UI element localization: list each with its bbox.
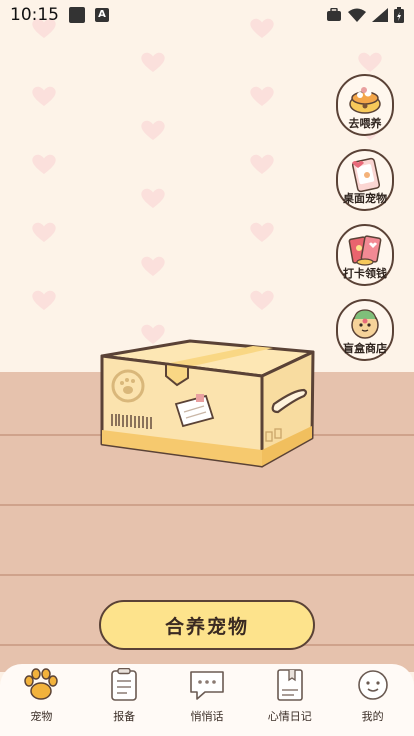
- wall-heart: [141, 256, 165, 276]
- adopt-pet-label: 合养宠物: [164, 615, 249, 638]
- red-envelope-icon: [348, 235, 382, 266]
- diary-icon: [276, 669, 303, 701]
- app-notification-icon: [69, 7, 85, 23]
- wall-heart: [250, 86, 274, 106]
- wall-heart: [32, 154, 56, 174]
- feed-button[interactable]: 去喂养: [336, 74, 394, 136]
- wall-heart: [141, 120, 165, 140]
- wall-heart: [32, 290, 56, 310]
- wall-heart: [250, 154, 274, 174]
- smiley-face-icon: [357, 670, 388, 700]
- desktop-pet-button[interactable]: 桌面宠物: [336, 149, 394, 211]
- adopt-pet-button[interactable]: 合养宠物: [99, 600, 315, 650]
- nav-item-whisper[interactable]: 悄悄话: [166, 664, 248, 724]
- nav-label: 心情日记: [267, 710, 312, 723]
- status-time: 10:15: [10, 5, 59, 25]
- wall-heart: [141, 52, 165, 72]
- floor-plank-line: [0, 574, 414, 576]
- battery-icon: [394, 7, 404, 23]
- phone-pet-icon: [351, 157, 381, 193]
- nav-item-profile[interactable]: 我的: [332, 664, 414, 724]
- nav-label: 我的: [361, 710, 384, 723]
- wall-heart: [32, 86, 56, 106]
- blind-box-pet-icon: [351, 309, 379, 339]
- nav-label: 报备: [113, 710, 136, 723]
- nav-item-mood-diary[interactable]: 心情日记: [249, 664, 331, 724]
- nav-item-pet[interactable]: 宠物: [0, 664, 82, 724]
- side-button-label: 去喂养: [348, 117, 382, 130]
- signal-icon: [372, 8, 388, 22]
- checkin-reward-button[interactable]: 打卡领钱: [336, 224, 394, 286]
- wall-heart: [141, 188, 165, 208]
- status-bar: 10:15 A: [0, 0, 414, 30]
- wall-heart: [250, 290, 274, 310]
- paw-icon: [24, 668, 59, 700]
- wall-heart: [250, 222, 274, 242]
- bottom-nav: 宠物 报备 悄悄话 心情日记 我的: [0, 664, 414, 736]
- clipboard-icon: [111, 668, 137, 701]
- pet-box[interactable]: [98, 338, 318, 472]
- food-bowl-icon: [349, 87, 381, 114]
- floor-plank-line: [0, 504, 414, 506]
- blind-box-shop-button[interactable]: 盲盒商店: [336, 299, 394, 361]
- nav-label: 宠物: [30, 710, 53, 723]
- nav-label: 悄悄话: [190, 710, 224, 723]
- nav-item-report[interactable]: 报备: [83, 664, 165, 724]
- a-notification-icon: A: [95, 8, 109, 22]
- wall-heart: [358, 52, 382, 72]
- chat-bubble-icon: [190, 671, 224, 700]
- briefcase-icon: [327, 8, 341, 21]
- wall-heart: [32, 222, 56, 242]
- wifi-icon: [348, 8, 366, 22]
